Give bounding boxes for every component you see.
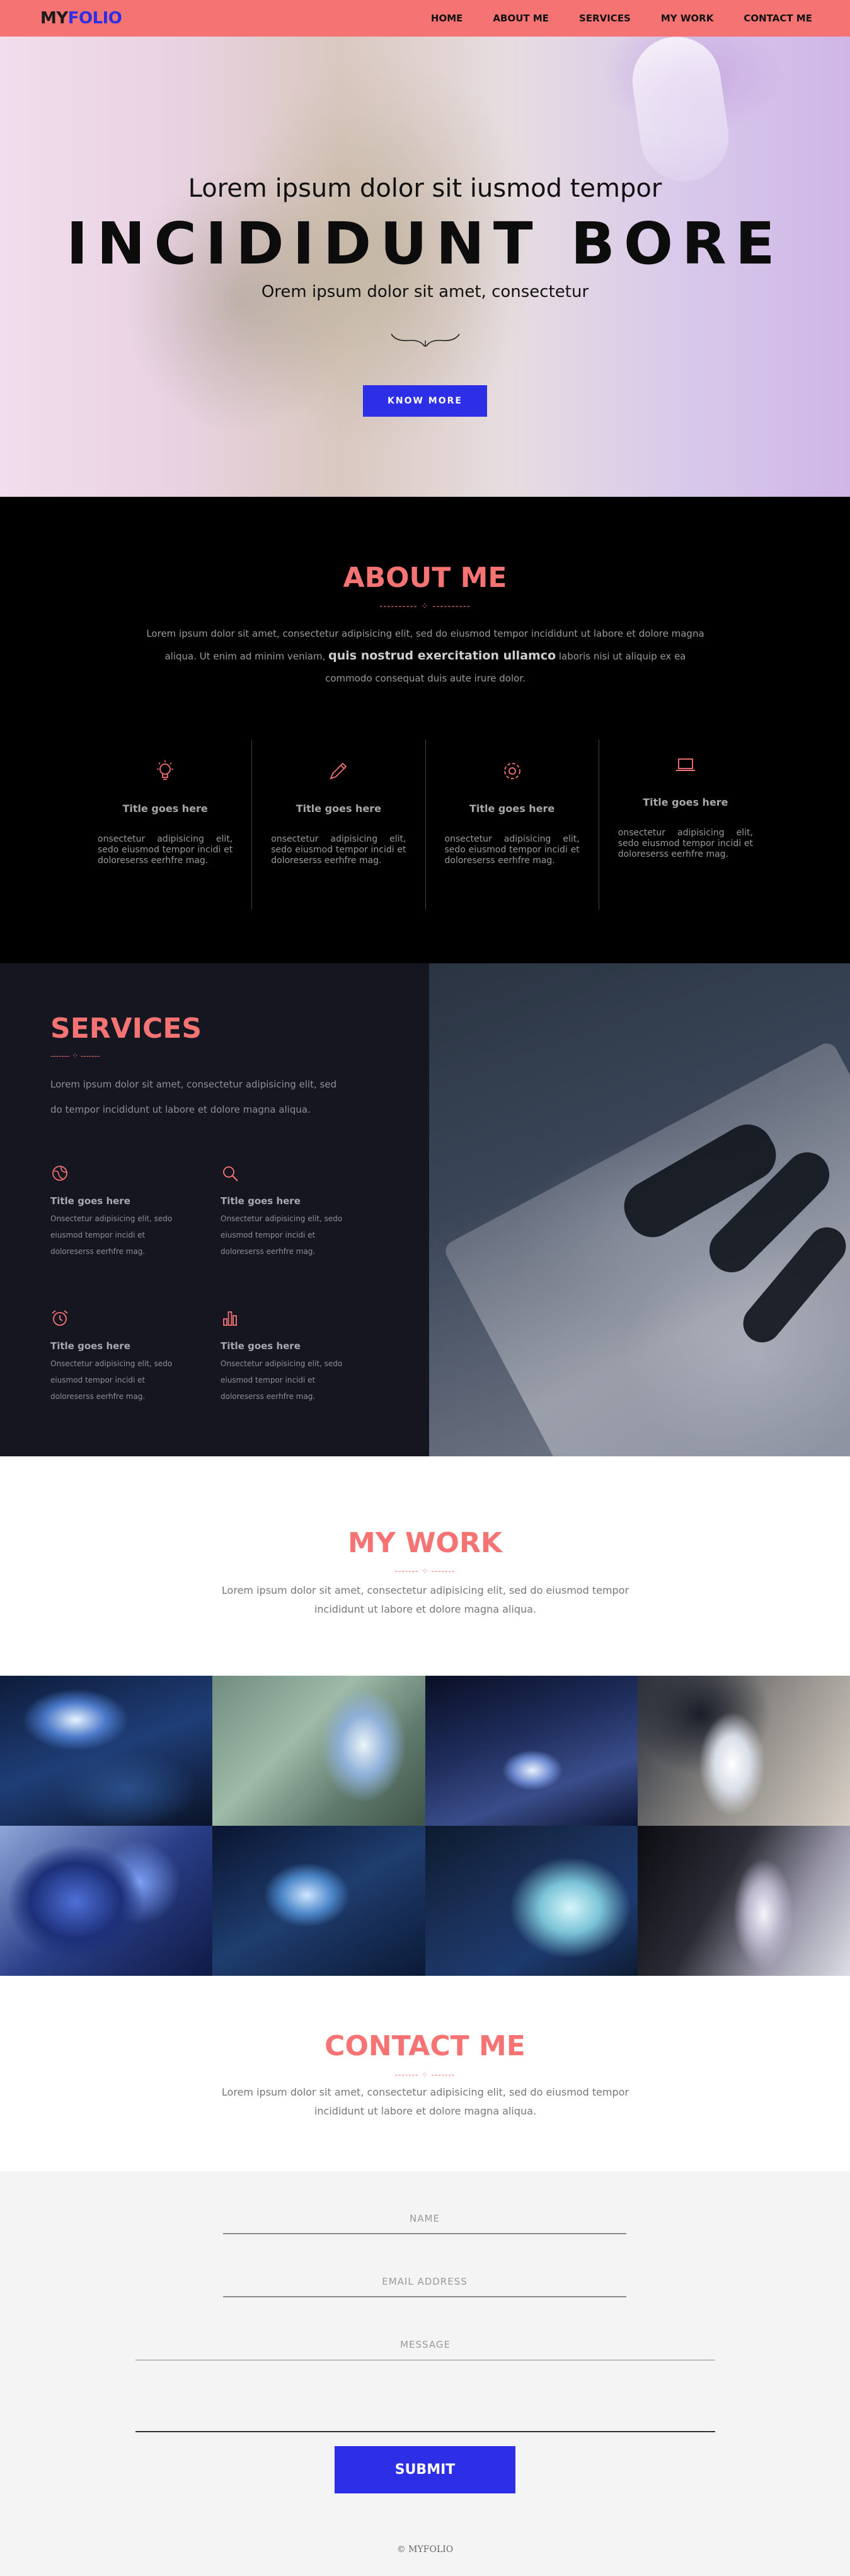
service-text: Onsectetur adipisicing elit, sedo eiusmo… — [50, 1214, 173, 1256]
logo[interactable]: MYFOLIO — [40, 9, 122, 28]
footer-copyright: © MYFOLIO — [396, 2544, 454, 2555]
email-field[interactable]: EMAIL ADDRESS — [223, 2271, 626, 2297]
nav-menu: HOME ABOUT ME SERVICES MY WORK CONTACT M… — [431, 13, 812, 24]
services-laptop-image — [429, 963, 850, 1456]
feature-text: onsectetur adipisicing elit, sedo eiusmo… — [617, 828, 753, 859]
feature-card: Title goes here onsectetur adipisicing e… — [251, 740, 425, 910]
contact-title: CONTACT ME — [324, 2030, 526, 2062]
about-ornament: ---------- ⁘ ---------- — [379, 601, 471, 612]
services-content: SERVICES ------- ⁘ ------- Lorem ipsum d… — [0, 963, 428, 1456]
gallery-item-fabric[interactable] — [425, 1826, 638, 1976]
feature-card: Title goes here onsectetur adipisicing e… — [425, 740, 599, 910]
nav-home[interactable]: HOME — [431, 13, 462, 24]
gallery-item-branch-leaf[interactable] — [212, 1676, 425, 1826]
service-title: Title goes here — [221, 1340, 301, 1352]
contact-ornament: ------- ⁘ ------- — [394, 2070, 456, 2079]
work-text: Lorem ipsum dolor sit amet, consectetur … — [221, 1584, 629, 1615]
search-icon — [223, 1166, 238, 1181]
service-item: Title goes here Onsectetur adipisicing e… — [221, 1164, 353, 1260]
work-ornament: ------- ⁘ ------- — [394, 1567, 456, 1575]
work-gallery — [0, 1676, 850, 1976]
service-item: Title goes here Onsectetur adipisicing e… — [50, 1309, 183, 1405]
name-placeholder: NAME — [410, 2213, 440, 2224]
gallery-item-sunglasses[interactable] — [0, 1676, 212, 1826]
service-item: Title goes here Onsectetur adipisicing e… — [221, 1309, 353, 1405]
feature-card: Title goes here onsectetur adipisicing e… — [598, 740, 772, 910]
logo-folio: FOLIO — [67, 9, 122, 28]
hero-background-hand — [626, 37, 735, 187]
nav-about-me[interactable]: ABOUT ME — [493, 13, 549, 24]
about-section: ABOUT ME ---------- ⁘ ---------- Lorem i… — [0, 497, 850, 963]
message-placeholder: MESSAGE — [400, 2339, 451, 2350]
hero-title: INCIDIDUNT BORE — [66, 210, 784, 277]
work-title: MY WORK — [348, 1527, 502, 1559]
nav-services[interactable]: SERVICES — [579, 13, 631, 24]
feature-text: onsectetur adipisicing elit, sedo eiusmo… — [98, 834, 233, 866]
footer: © MYFOLIO — [0, 2524, 850, 2576]
contact-text: Lorem ipsum dolor sit amet, consectetur … — [221, 2086, 629, 2117]
service-item: Title goes here Onsectetur adipisicing e… — [50, 1164, 183, 1260]
service-title: Title goes here — [50, 1340, 130, 1352]
laptop-icon — [675, 758, 695, 771]
gallery-item-night-road[interactable] — [425, 1676, 638, 1826]
feature-text: onsectetur adipisicing elit, sedo eiusmo… — [271, 834, 406, 866]
gallery-item-flamingo[interactable] — [638, 1676, 850, 1826]
contact-form: NAME EMAIL ADDRESS MESSAGE SUBMIT — [0, 2171, 850, 2524]
gear-icon — [503, 763, 520, 779]
service-text: Onsectetur adipisicing elit, sedo eiusmo… — [221, 1359, 343, 1401]
email-placeholder: EMAIL ADDRESS — [382, 2276, 468, 2287]
message-textarea[interactable] — [135, 2360, 715, 2432]
name-field[interactable]: NAME — [223, 2208, 626, 2234]
gallery-item-cookies[interactable] — [0, 1826, 212, 1976]
know-more-button[interactable]: KNOW MORE — [363, 385, 487, 417]
services-section: SERVICES ------- ⁘ ------- Lorem ipsum d… — [0, 963, 850, 1456]
pencil-icon — [330, 762, 347, 780]
submit-button[interactable]: SUBMIT — [335, 2446, 515, 2493]
message-field[interactable]: MESSAGE — [135, 2334, 715, 2360]
feature-card: Title goes here onsectetur adipisicing e… — [79, 740, 251, 910]
gallery-item-street-figure[interactable] — [638, 1826, 850, 1976]
contact-section: CONTACT ME ------- ⁘ ------- Lorem ipsum… — [0, 1976, 850, 2171]
services-text: Lorem ipsum dolor sit amet, consectetur … — [50, 1079, 337, 1115]
lightbulb-icon — [157, 760, 174, 780]
feature-title: Title goes here — [122, 803, 208, 815]
hero-subtitle: Lorem ipsum dolor sit iusmod tempor — [188, 174, 662, 203]
feature-text: onsectetur adipisicing elit, sedo eiusmo… — [444, 834, 580, 866]
laptop-keyboard-image — [442, 1039, 850, 1456]
about-text: Lorem ipsum dolor sit amet, consectetur … — [142, 623, 709, 690]
hero-section: Lorem ipsum dolor sit iusmod tempor INCI… — [0, 37, 850, 497]
globe-icon — [52, 1166, 67, 1181]
nav-my-work[interactable]: MY WORK — [661, 13, 713, 24]
service-text: Onsectetur adipisicing elit, sedo eiusmo… — [50, 1359, 173, 1401]
service-text: Onsectetur adipisicing elit, sedo eiusmo… — [221, 1214, 343, 1256]
logo-my: MY — [40, 9, 68, 28]
feature-title: Title goes here — [296, 803, 382, 815]
about-title: ABOUT ME — [343, 562, 507, 594]
feature-title: Title goes here — [643, 796, 728, 808]
service-title: Title goes here — [221, 1195, 301, 1207]
feature-title: Title goes here — [469, 803, 555, 815]
navbar: MYFOLIO HOME ABOUT ME SERVICES MY WORK C… — [0, 0, 850, 37]
gallery-item-animal[interactable] — [212, 1826, 425, 1976]
service-title: Title goes here — [50, 1195, 130, 1207]
hero-tagline: Orem ipsum dolor sit amet, consectetur — [261, 282, 589, 301]
work-section: MY WORK ------- ⁘ ------- Lorem ipsum do… — [0, 1456, 850, 1676]
services-title: SERVICES — [50, 1012, 202, 1045]
alarm-clock-icon — [52, 1310, 68, 1326]
about-text-bold: quis nostrud exercitation ullamco — [328, 649, 556, 663]
hero-ornament-icon — [391, 334, 460, 347]
bar-chart-icon — [223, 1311, 237, 1326]
services-ornament: ------- ⁘ ------- — [50, 1052, 100, 1060]
about-features: Title goes here onsectetur adipisicing e… — [79, 740, 772, 910]
nav-contact-me[interactable]: CONTACT ME — [744, 13, 812, 24]
